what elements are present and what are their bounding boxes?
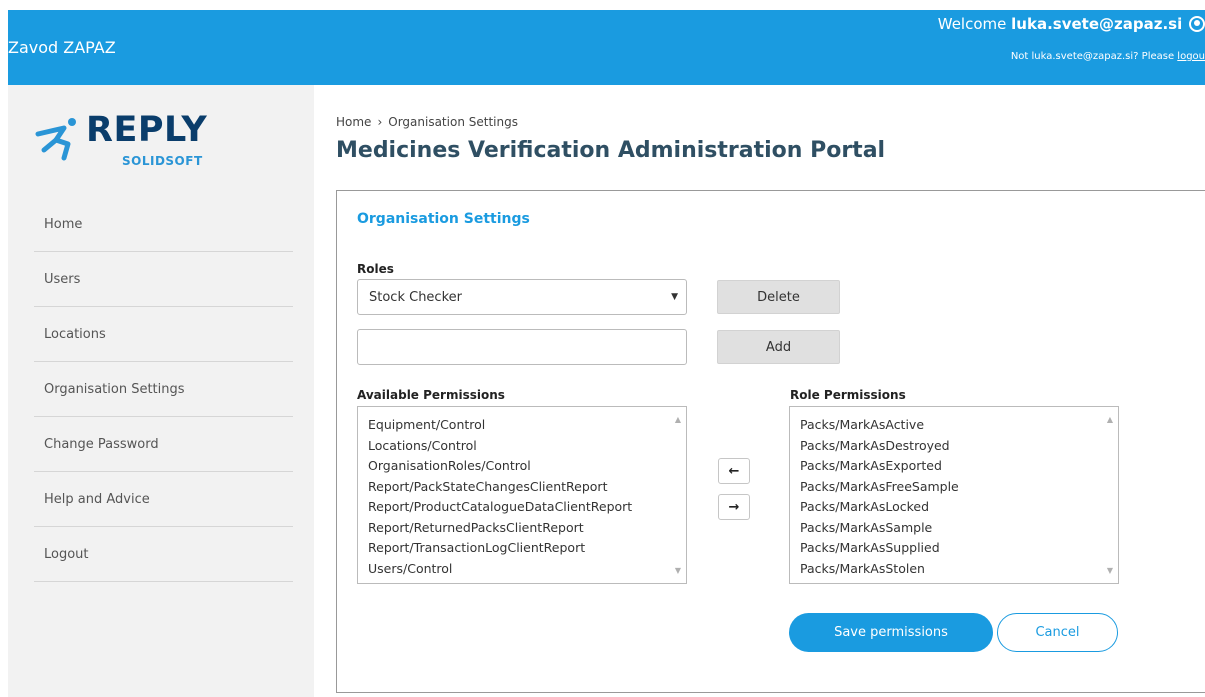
page-title: Medicines Verification Administration Po… bbox=[336, 138, 886, 163]
list-item[interactable]: OrganisationRoles/Control bbox=[368, 456, 686, 477]
runner-logo-icon bbox=[35, 118, 76, 161]
list-item[interactable]: Locations/Control bbox=[368, 436, 686, 457]
list-item[interactable]: Users/Control bbox=[368, 559, 686, 580]
welcome-message: Welcome luka.svete@zapaz.si bbox=[938, 15, 1205, 33]
breadcrumb: Home › Organisation Settings bbox=[336, 115, 1205, 129]
delete-role-button[interactable]: Delete bbox=[717, 280, 840, 314]
save-permissions-button[interactable]: Save permissions bbox=[789, 613, 993, 652]
organisation-settings-panel: Organisation Settings Roles Stock Checke… bbox=[336, 190, 1205, 693]
list-item[interactable]: Report/PackStateChangesClientReport bbox=[368, 477, 686, 498]
not-user-text: Not luka.svete@zapaz.si? Please bbox=[1010, 51, 1175, 62]
scrollbar[interactable]: ▲ ▼ bbox=[1101, 407, 1118, 583]
logout-link[interactable]: logou bbox=[1177, 51, 1205, 62]
list-item[interactable]: Packs/MarkAsFreeSample bbox=[800, 477, 1118, 498]
scroll-down-icon[interactable]: ▼ bbox=[1107, 566, 1113, 575]
breadcrumb-home[interactable]: Home bbox=[336, 115, 371, 129]
list-item[interactable]: Packs/MarkAsSupplied bbox=[800, 538, 1118, 559]
reply-solidsoft-logo: REPLY SOLIDSOFT bbox=[34, 110, 224, 180]
move-right-button[interactable]: → bbox=[718, 494, 750, 520]
list-item[interactable]: Packs/MarkAsActive bbox=[800, 415, 1118, 436]
role-permissions-list[interactable]: Packs/MarkAsActive Packs/MarkAsDestroyed… bbox=[789, 406, 1119, 584]
main-header: Home › Organisation Settings Medicines Ver… bbox=[336, 115, 1205, 163]
not-user-line: Not luka.svete@zapaz.si? Please logou bbox=[1011, 51, 1205, 62]
roles-label: Roles bbox=[357, 262, 394, 276]
add-role-button[interactable]: Add bbox=[717, 330, 840, 364]
panel-heading: Organisation Settings bbox=[357, 211, 530, 227]
breadcrumb-separator: › bbox=[377, 115, 383, 129]
list-item[interactable]: Report/ReturnedPacksClientReport bbox=[368, 518, 686, 539]
logo-subtitle: SOLIDSOFT bbox=[122, 154, 203, 168]
cancel-button[interactable]: Cancel bbox=[997, 613, 1118, 652]
list-item[interactable]: Report/ProductCatalogueDataClientReport bbox=[368, 497, 686, 518]
list-item[interactable]: Packs/MarkAsLocked bbox=[800, 497, 1118, 518]
sidebar-item-home[interactable]: Home bbox=[34, 197, 293, 252]
chevron-down-icon: ▼ bbox=[671, 292, 678, 302]
roles-select-value: Stock Checker bbox=[369, 289, 462, 305]
arrow-left-icon: ← bbox=[728, 463, 740, 479]
sidebar-item-help-and-advice[interactable]: Help and Advice bbox=[34, 472, 293, 527]
scroll-up-icon[interactable]: ▲ bbox=[1107, 415, 1113, 424]
available-permissions-list[interactable]: Equipment/Control Locations/Control Orga… bbox=[357, 406, 687, 584]
sidebar-item-change-password[interactable]: Change Password bbox=[34, 417, 293, 472]
sidebar-item-logout[interactable]: Logout bbox=[34, 527, 293, 582]
scrollbar[interactable]: ▲ ▼ bbox=[669, 407, 686, 583]
scroll-up-icon[interactable]: ▲ bbox=[675, 415, 681, 424]
welcome-prefix: Welcome bbox=[937, 15, 1007, 33]
sidebar-item-users[interactable]: Users bbox=[34, 252, 293, 307]
new-role-input[interactable] bbox=[357, 329, 687, 365]
sidebar: REPLY SOLIDSOFT Home Users Locations Org… bbox=[8, 85, 314, 697]
list-item[interactable]: Equipment/Control bbox=[368, 415, 686, 436]
sidebar-item-organisation-settings[interactable]: Organisation Settings bbox=[34, 362, 293, 417]
list-item[interactable]: Packs/MarkAsSample bbox=[800, 518, 1118, 539]
list-item[interactable]: Packs/MarkAsDestroyed bbox=[800, 436, 1118, 457]
username: luka.svete@zapaz.si bbox=[1011, 15, 1183, 33]
available-permissions-label: Available Permissions bbox=[357, 388, 505, 402]
user-icon[interactable] bbox=[1189, 16, 1205, 32]
list-item[interactable]: Packs/MarkAsExported bbox=[800, 456, 1118, 477]
roles-select[interactable]: Stock Checker ▼ bbox=[357, 279, 687, 315]
sidebar-nav: Home Users Locations Organisation Settin… bbox=[34, 197, 293, 582]
move-left-button[interactable]: ← bbox=[718, 458, 750, 484]
breadcrumb-current: Organisation Settings bbox=[388, 115, 518, 129]
list-item[interactable]: Report/TransactionLogClientReport bbox=[368, 538, 686, 559]
logo-wordmark: REPLY bbox=[86, 110, 208, 150]
scroll-down-icon[interactable]: ▼ bbox=[675, 566, 681, 575]
role-permissions-label: Role Permissions bbox=[790, 388, 906, 402]
arrow-right-icon: → bbox=[728, 499, 740, 515]
organisation-name: Zavod ZAPAZ bbox=[8, 38, 116, 57]
list-item[interactable]: Packs/MarkAsStolen bbox=[800, 559, 1118, 580]
sidebar-item-locations[interactable]: Locations bbox=[34, 307, 293, 362]
top-bar: Zavod ZAPAZ Welcome luka.svete@zapaz.si … bbox=[8, 10, 1205, 85]
